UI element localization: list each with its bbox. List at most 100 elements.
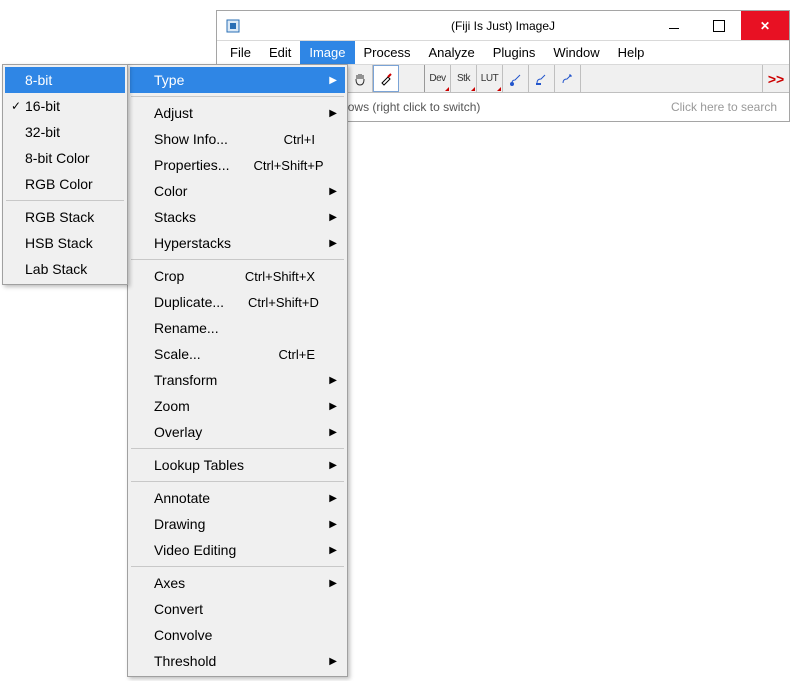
- menu-item-label: Properties...: [154, 157, 229, 173]
- menu-item-label: 8-bit Color: [25, 150, 90, 166]
- menu-analyze[interactable]: Analyze: [419, 41, 483, 64]
- minimize-button[interactable]: [651, 11, 696, 40]
- menu-item-label: Drawing: [154, 516, 205, 532]
- menu-item-label: Adjust: [154, 105, 193, 121]
- menu-item-label: Overlay: [154, 424, 202, 440]
- type-item-8-bit[interactable]: 8-bit: [5, 67, 125, 93]
- image-menu-item-separator: [131, 481, 344, 482]
- arrow-tool-icon[interactable]: [555, 65, 581, 92]
- menu-item-label: 16-bit: [25, 98, 60, 114]
- menu-item-label: Convolve: [154, 627, 212, 643]
- type-item-lab-stack[interactable]: Lab Stack: [5, 256, 125, 282]
- menu-item-label: Threshold: [154, 653, 216, 669]
- menu-process[interactable]: Process: [355, 41, 420, 64]
- type-item-rgb-color[interactable]: RGB Color: [5, 171, 125, 197]
- dev-tool-button[interactable]: Dev: [425, 65, 451, 92]
- menu-item-shortcut: Ctrl+Shift+X: [221, 269, 315, 284]
- menu-item-label: Annotate: [154, 490, 210, 506]
- submenu-arrow-icon: ▶: [329, 108, 337, 119]
- image-menu-item-threshold[interactable]: Threshold ▶: [130, 648, 345, 674]
- menu-item-label: RGB Stack: [25, 209, 94, 225]
- check-icon: ✓: [11, 99, 21, 113]
- image-menu-item-adjust[interactable]: Adjust ▶: [130, 100, 345, 126]
- image-menu-item-convert[interactable]: Convert: [130, 596, 345, 622]
- brush-tool-icon[interactable]: [503, 65, 529, 92]
- stk-tool-button[interactable]: Stk: [451, 65, 477, 92]
- menu-item-label: Lab Stack: [25, 261, 87, 277]
- menu-item-shortcut: Ctrl+Shift+D: [224, 295, 319, 310]
- menu-file[interactable]: File: [221, 41, 260, 64]
- type-submenu: 8-bit ✓ 16-bit 32-bit 8-bit Color RGB Color RG…: [2, 64, 128, 285]
- image-menu-item-axes[interactable]: Axes ▶: [130, 570, 345, 596]
- image-menu-item-hyperstacks[interactable]: Hyperstacks ▶: [130, 230, 345, 256]
- titlebar[interactable]: (Fiji Is Just) ImageJ: [217, 11, 789, 41]
- menu-item-label: 32-bit: [25, 124, 60, 140]
- image-menu-item-crop[interactable]: Crop Ctrl+Shift+X: [130, 263, 345, 289]
- submenu-arrow-icon: ▶: [329, 656, 337, 667]
- type-item-16-bit[interactable]: ✓ 16-bit: [5, 93, 125, 119]
- image-menu-item-scale[interactable]: Scale...Ctrl+E: [130, 341, 345, 367]
- submenu-arrow-icon: ▶: [329, 460, 337, 471]
- menu-item-label: Duplicate...: [154, 294, 224, 310]
- menu-item-label: Rename...: [154, 320, 219, 336]
- menu-item-label: Lookup Tables: [154, 457, 244, 473]
- submenu-arrow-icon: ▶: [329, 578, 337, 589]
- image-menu-item-rename[interactable]: Rename...: [130, 315, 345, 341]
- image-menu-item-duplicate[interactable]: Duplicate...Ctrl+Shift+D: [130, 289, 345, 315]
- dev-label: Dev: [429, 73, 445, 84]
- lut-tool-button[interactable]: LUT: [477, 65, 503, 92]
- toolbar-spacer: [581, 65, 763, 92]
- image-menu-item-annotate[interactable]: Annotate ▶: [130, 485, 345, 511]
- image-menu-item-separator: [131, 259, 344, 260]
- menu-help[interactable]: Help: [609, 41, 654, 64]
- color-picker-tool-icon[interactable]: [373, 65, 399, 92]
- lut-label: LUT: [481, 73, 498, 84]
- image-menu-item-zoom[interactable]: Zoom▶: [130, 393, 345, 419]
- image-menu-item-stacks[interactable]: Stacks ▶: [130, 204, 345, 230]
- image-menu-item-type[interactable]: Type▶: [130, 67, 345, 93]
- image-menu-item-separator: [131, 566, 344, 567]
- image-menu-item-transform[interactable]: Transform▶: [130, 367, 345, 393]
- submenu-arrow-icon: ▶: [329, 375, 337, 386]
- close-button[interactable]: [741, 11, 789, 40]
- type-item-8-bit-color[interactable]: 8-bit Color: [5, 145, 125, 171]
- image-menu-item-video-editing[interactable]: Video Editing▶: [130, 537, 345, 563]
- image-menu-item-drawing[interactable]: Drawing ▶: [130, 511, 345, 537]
- image-menu-item-show-info[interactable]: Show Info... Ctrl+I: [130, 126, 345, 152]
- submenu-arrow-icon: ▶: [329, 212, 337, 223]
- menu-item-label: Axes: [154, 575, 185, 591]
- menu-plugins[interactable]: Plugins: [484, 41, 545, 64]
- more-tools-button[interactable]: >>: [763, 65, 789, 92]
- type-item-hsb-stack[interactable]: HSB Stack: [5, 230, 125, 256]
- menu-window[interactable]: Window: [544, 41, 608, 64]
- submenu-arrow-icon: ▶: [329, 519, 337, 530]
- flood-fill-tool-icon[interactable]: [529, 65, 555, 92]
- submenu-arrow-icon: ▶: [329, 493, 337, 504]
- image-menu-item-properties[interactable]: Properties...Ctrl+Shift+P: [130, 152, 345, 178]
- submenu-arrow-icon: ▶: [329, 401, 337, 412]
- menu-item-label: Stacks: [154, 209, 196, 225]
- menubar: FileEditImageProcessAnalyzePluginsWindow…: [217, 41, 789, 65]
- type-item-32-bit[interactable]: 32-bit: [5, 119, 125, 145]
- image-menu-item-convolve[interactable]: Convolve: [130, 622, 345, 648]
- window-buttons: [651, 11, 789, 40]
- menu-item-shortcut: Ctrl+Shift+P: [229, 158, 323, 173]
- image-menu-item-overlay[interactable]: Overlay▶: [130, 419, 345, 445]
- maximize-button[interactable]: [696, 11, 741, 40]
- submenu-arrow-icon: ▶: [329, 238, 337, 249]
- menu-edit[interactable]: Edit: [260, 41, 300, 64]
- menu-item-label: Crop: [154, 268, 184, 284]
- menu-item-label: Color: [154, 183, 187, 199]
- hand-tool-icon[interactable]: [347, 65, 373, 92]
- menu-item-label: Type: [154, 72, 184, 88]
- menu-item-label: Show Info...: [154, 131, 228, 147]
- menu-item-label: RGB Color: [25, 176, 93, 192]
- menu-image[interactable]: Image: [300, 41, 354, 64]
- image-menu-item-lookup-tables[interactable]: Lookup Tables ▶: [130, 452, 345, 478]
- menu-item-label: Hyperstacks: [154, 235, 231, 251]
- search-field[interactable]: Click here to search: [671, 100, 783, 114]
- image-menu-item-color[interactable]: Color▶: [130, 178, 345, 204]
- toolbar-separator: [399, 65, 425, 92]
- type-item-rgb-stack[interactable]: RGB Stack: [5, 204, 125, 230]
- menu-item-shortcut: Ctrl+I: [260, 132, 315, 147]
